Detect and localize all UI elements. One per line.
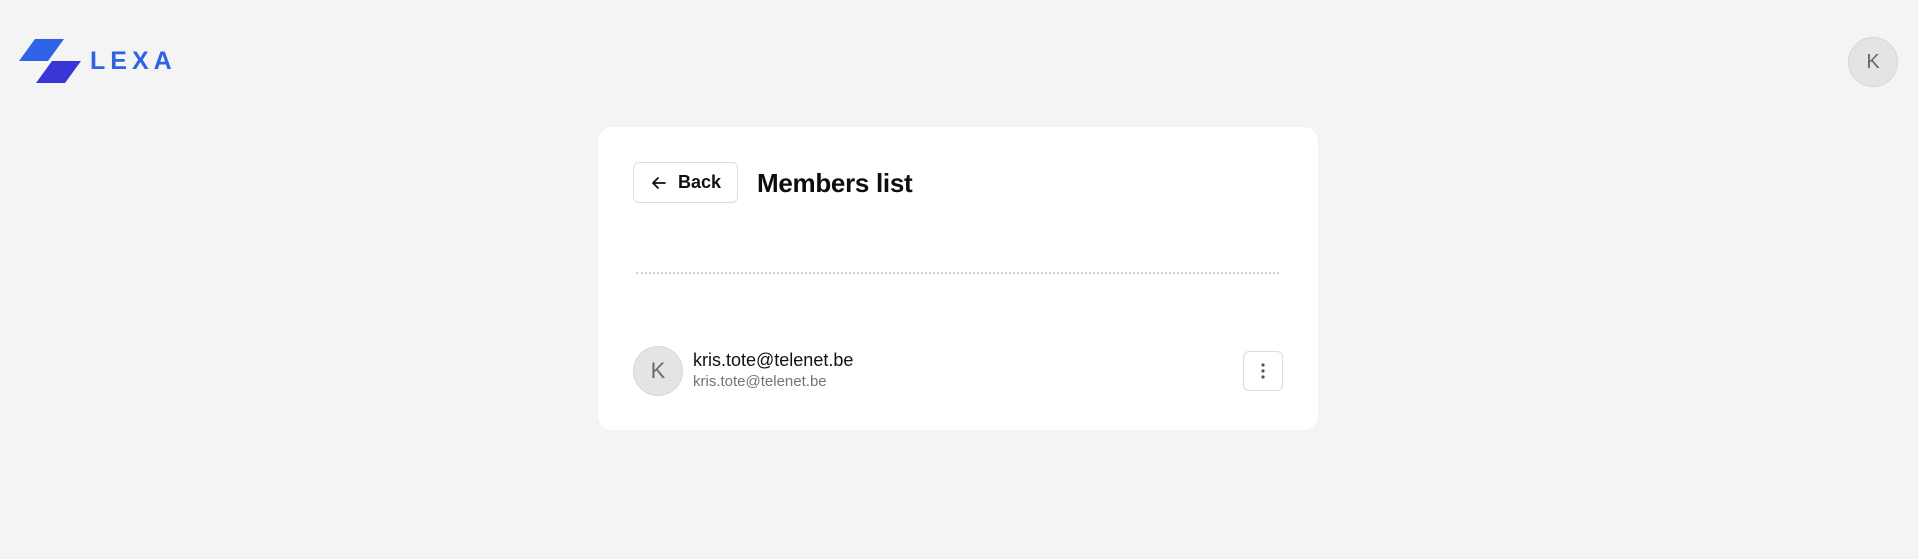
back-button[interactable]: Back <box>633 162 738 203</box>
logo-text: LEXA <box>90 46 177 75</box>
member-actions-button[interactable] <box>1243 351 1283 391</box>
more-vertical-icon <box>1261 363 1265 379</box>
divider <box>636 272 1279 274</box>
member-name: kris.tote@telenet.be <box>693 350 854 370</box>
members-card: Back Members list K kris.tote@telenet.be… <box>598 127 1318 430</box>
member-avatar: K <box>633 346 683 396</box>
user-avatar-button[interactable]: K <box>1848 37 1898 87</box>
arrow-left-icon <box>652 176 666 189</box>
lexa-logo-icon <box>19 39 81 83</box>
member-row: K kris.tote@telenet.be kris.tote@telenet… <box>633 345 1283 397</box>
logo-link[interactable]: LEXA <box>19 39 177 83</box>
page-title: Members list <box>757 168 913 198</box>
member-email: kris.tote@telenet.be <box>693 373 827 390</box>
back-button-label: Back <box>677 172 722 192</box>
